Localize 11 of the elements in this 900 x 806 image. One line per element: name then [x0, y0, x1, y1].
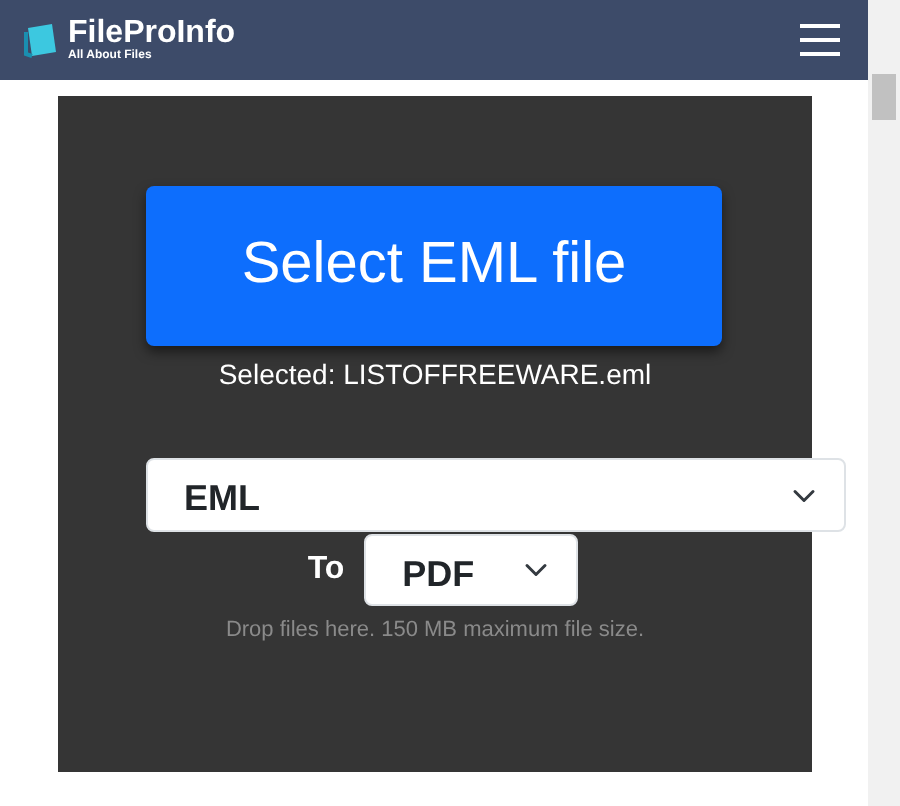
scrollbar-thumb[interactable]	[872, 74, 896, 120]
scrollbar[interactable]	[868, 0, 900, 806]
selected-file-text: Selected: LISTOFFREEWARE.eml	[216, 356, 654, 394]
menu-icon[interactable]	[800, 24, 840, 56]
to-label: To	[307, 550, 345, 590]
select-file-button[interactable]: Select EML file	[146, 186, 722, 346]
from-format-select[interactable]: EML	[146, 458, 846, 532]
to-format-select[interactable]: PDF	[364, 534, 579, 606]
logo-icon	[24, 20, 60, 60]
drop-hint-text: Drop files here. 150 MB maximum file size.	[223, 616, 647, 646]
logo-title[interactable]: FileProInfo	[68, 18, 236, 50]
